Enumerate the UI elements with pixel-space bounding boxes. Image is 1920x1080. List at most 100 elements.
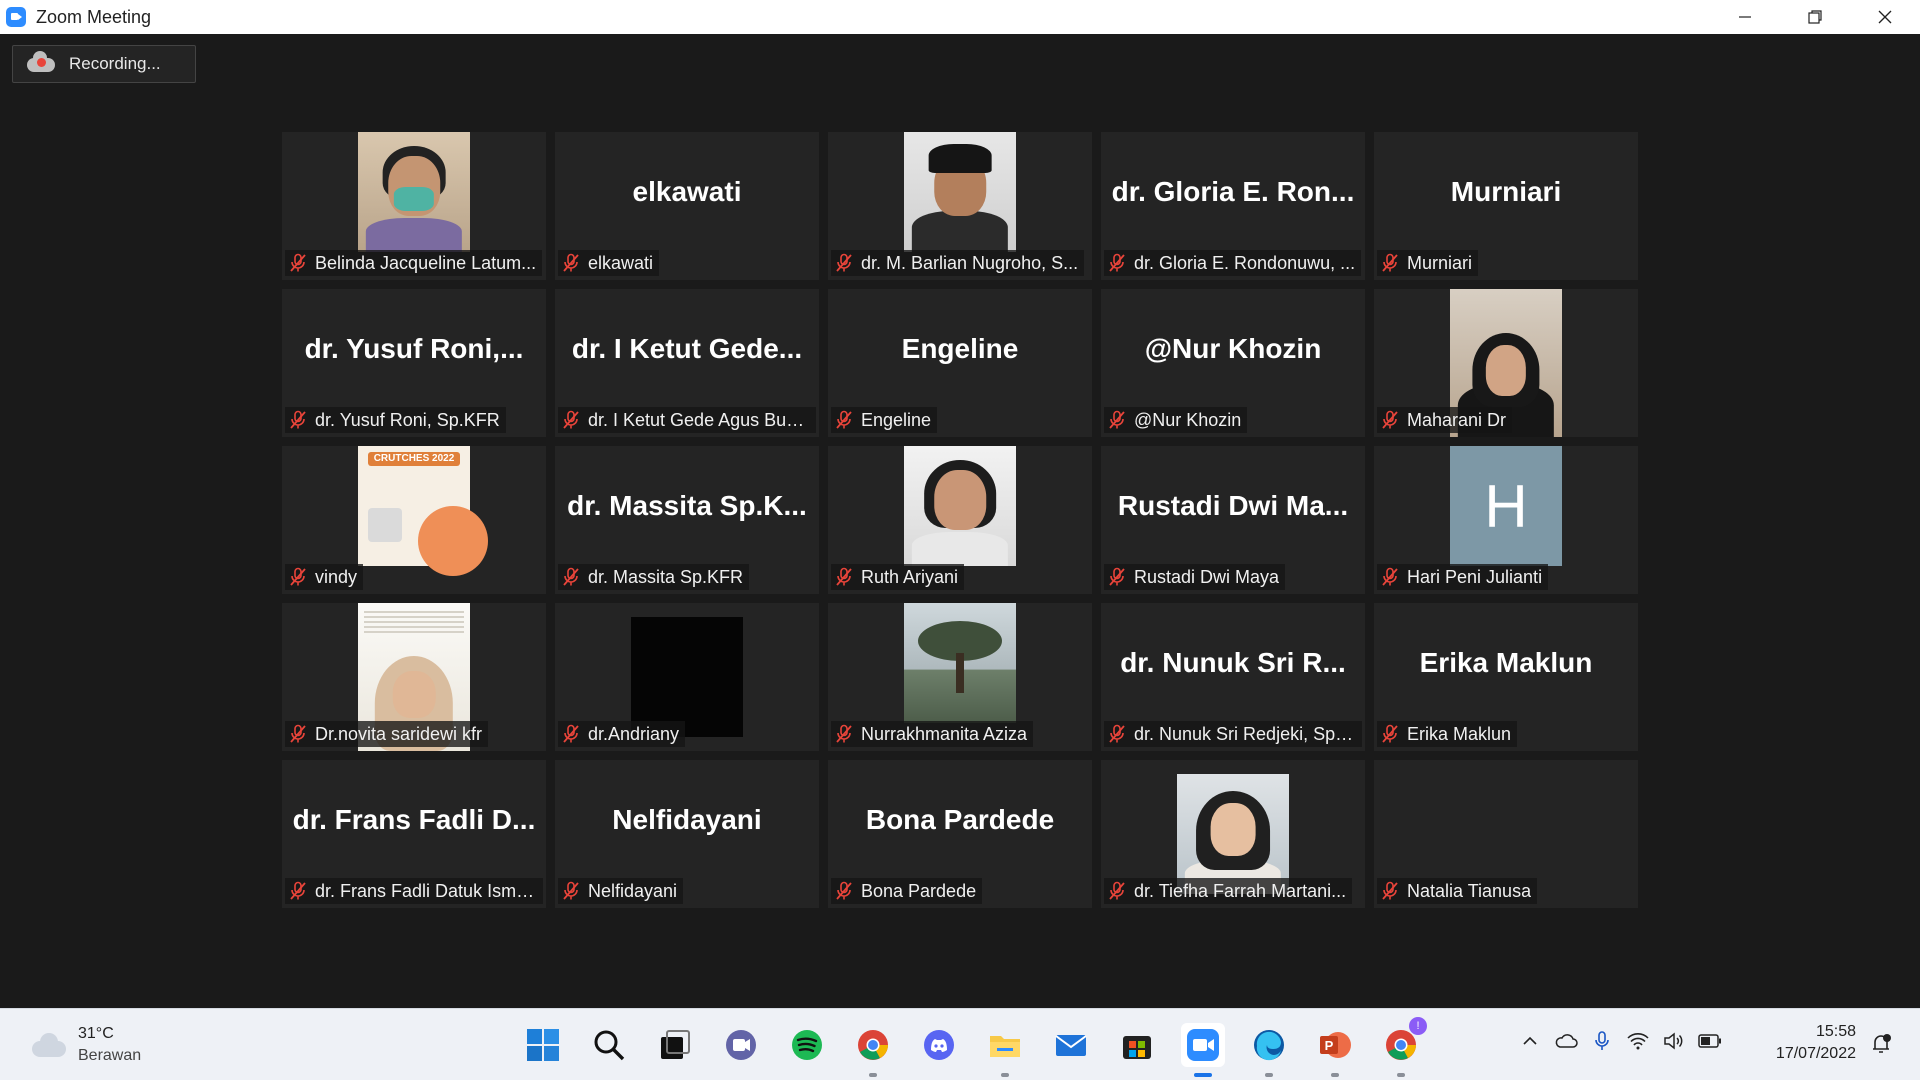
- participant-tile[interactable]: Engeline Engeline: [828, 289, 1092, 437]
- participant-tile[interactable]: Murniari Murniari: [1374, 132, 1638, 280]
- muted-mic-icon: [835, 881, 853, 901]
- minimize-button[interactable]: [1710, 0, 1780, 34]
- muted-mic-icon: [1381, 881, 1399, 901]
- file-explorer-icon[interactable]: [983, 1023, 1027, 1077]
- participant-tile[interactable]: Belinda Jacqueline Latum...: [282, 132, 546, 280]
- muted-mic-icon: [562, 410, 580, 430]
- participant-tile[interactable]: Ruth Ariyani: [828, 446, 1092, 594]
- search-icon[interactable]: [587, 1023, 631, 1067]
- windows-start-icon[interactable]: [521, 1023, 565, 1067]
- participant-display-name: dr. Gloria E. Ron...: [1111, 176, 1355, 207]
- taskbar-apps: P!: [510, 1017, 1434, 1077]
- store-icon[interactable]: [1115, 1023, 1159, 1067]
- participant-gallery: Belinda Jacqueline Latum... elkawati elkaw…: [282, 132, 1638, 908]
- running-indicator: [1001, 1073, 1009, 1077]
- participant-name-label: Engeline: [831, 407, 938, 433]
- zoom-app-icon: [6, 7, 26, 27]
- participant-tile[interactable]: @Nur Khozin @Nur Khozin: [1101, 289, 1365, 437]
- participant-name: Nelfidayani: [588, 880, 678, 901]
- participant-tile[interactable]: dr. Yusuf Roni,... dr. Yusuf Roni, Sp.KFR: [282, 289, 546, 437]
- participant-tile[interactable]: elkawati elkawati: [555, 132, 819, 280]
- participant-tile[interactable]: dr.Andriany: [555, 603, 819, 751]
- edge-icon[interactable]: [1247, 1023, 1291, 1077]
- participant-name: dr. Gloria E. Rondonuwu, ...: [1134, 252, 1356, 273]
- participant-name-label: @Nur Khozin: [1104, 407, 1248, 433]
- participant-tile[interactable]: Maharani Dr: [1374, 289, 1638, 437]
- muted-mic-icon: [562, 724, 580, 744]
- discord-icon[interactable]: [917, 1023, 961, 1067]
- poster-title: CRUTCHES 2022: [368, 452, 460, 466]
- participant-tile[interactable]: dr. Tiefha Farrah Martani...: [1101, 760, 1365, 908]
- participant-display-name: elkawati: [632, 176, 742, 207]
- participant-display-name: Engeline: [901, 333, 1019, 364]
- participant-name: dr. Nunuk Sri Redjeki, Sp. ...: [1134, 723, 1356, 744]
- weather-widget[interactable]: 31°C Berawan: [28, 1023, 141, 1067]
- participant-video: H: [1450, 446, 1562, 566]
- muted-mic-icon: [1381, 410, 1399, 430]
- running-indicator: [869, 1073, 877, 1077]
- close-button[interactable]: [1850, 0, 1920, 34]
- microphone-icon[interactable]: [1590, 1029, 1614, 1053]
- participant-tile[interactable]: Nurrakhmanita Aziza: [828, 603, 1092, 751]
- participant-display-name: @Nur Khozin: [1144, 333, 1322, 364]
- chrome-profile-icon[interactable]: !: [1379, 1017, 1427, 1077]
- muted-mic-icon: [1108, 410, 1126, 430]
- participant-name-label: dr. Tiefha Farrah Martani...: [1104, 878, 1353, 904]
- restore-button[interactable]: [1780, 0, 1850, 34]
- participant-name: Hari Peni Julianti: [1407, 566, 1543, 587]
- window-controls: [1710, 0, 1920, 34]
- muted-mic-icon: [1108, 724, 1126, 744]
- battery-icon[interactable]: [1698, 1029, 1722, 1053]
- participant-tile[interactable]: dr. I Ketut Gede... dr. I Ketut Gede Agus…: [555, 289, 819, 437]
- participant-name-label: dr. M. Barlian Nugroho, S...: [831, 250, 1085, 276]
- participant-name: Dr.novita saridewi kfr: [315, 723, 483, 744]
- notification-icon[interactable]: [1868, 1031, 1894, 1057]
- task-view-icon[interactable]: [653, 1023, 697, 1067]
- muted-mic-icon: [835, 410, 853, 430]
- participant-name-label: vindy: [285, 564, 364, 590]
- participant-tile[interactable]: CRUTCHES 2022 vindy: [282, 446, 546, 594]
- wifi-icon[interactable]: [1626, 1029, 1650, 1053]
- powerpoint-icon[interactable]: P: [1313, 1023, 1357, 1077]
- participant-tile[interactable]: dr. Massita Sp.K... dr. Massita Sp.KFR: [555, 446, 819, 594]
- onedrive-icon[interactable]: [1554, 1029, 1578, 1053]
- participant-display-name: Nelfidayani: [612, 804, 762, 835]
- participant-name: dr. M. Barlian Nugroho, S...: [861, 252, 1079, 273]
- chrome-icon[interactable]: [851, 1023, 895, 1077]
- participant-name-label: Nurrakhmanita Aziza: [831, 721, 1034, 747]
- notification-badge: !: [1409, 1017, 1427, 1035]
- muted-mic-icon: [289, 253, 307, 273]
- system-clock[interactable]: 15:58 17/07/2022: [1760, 1021, 1856, 1065]
- mail-icon[interactable]: [1049, 1023, 1093, 1067]
- participant-tile[interactable]: Dr.novita saridewi kfr: [282, 603, 546, 751]
- participant-tile[interactable]: dr. M. Barlian Nugroho, S...: [828, 132, 1092, 280]
- spotify-icon[interactable]: [785, 1023, 829, 1067]
- muted-mic-icon: [289, 567, 307, 587]
- running-indicator: [1331, 1073, 1339, 1077]
- zoom-icon[interactable]: [1181, 1023, 1225, 1077]
- participant-tile[interactable]: Natalia Tianusa: [1374, 760, 1638, 908]
- participant-tile[interactable]: H Hari Peni Julianti: [1374, 446, 1638, 594]
- participant-tile[interactable]: Bona Pardede Bona Pardede: [828, 760, 1092, 908]
- participant-name: dr.Andriany: [588, 723, 680, 744]
- participant-name: Belinda Jacqueline Latum...: [315, 252, 537, 273]
- participant-tile[interactable]: Rustadi Dwi Ma... Rustadi Dwi Maya: [1101, 446, 1365, 594]
- close-icon: [1878, 10, 1892, 24]
- participant-name: Nurrakhmanita Aziza: [861, 723, 1028, 744]
- muted-mic-icon: [562, 253, 580, 273]
- participant-tile[interactable]: Erika Maklun Erika Maklun: [1374, 603, 1638, 751]
- participant-name-label: dr. Gloria E. Rondonuwu, ...: [1104, 250, 1362, 276]
- participant-tile[interactable]: dr. Gloria E. Ron... dr. Gloria E. Rondon…: [1101, 132, 1365, 280]
- cloud-recording-icon: [27, 51, 55, 74]
- participant-tile[interactable]: dr. Nunuk Sri R... dr. Nunuk Sri Redjeki,…: [1101, 603, 1365, 751]
- participant-name: vindy: [315, 566, 358, 587]
- chevron-up-icon[interactable]: [1518, 1029, 1542, 1053]
- muted-mic-icon: [1381, 567, 1399, 587]
- participant-tile[interactable]: Nelfidayani Nelfidayani: [555, 760, 819, 908]
- participant-tile[interactable]: dr. Frans Fadli D... dr. Frans Fadli Datu…: [282, 760, 546, 908]
- participant-name: dr. Tiefha Farrah Martani...: [1134, 880, 1347, 901]
- chat-icon[interactable]: [719, 1023, 763, 1067]
- recording-label: Recording...: [69, 54, 161, 73]
- recording-indicator[interactable]: Recording...: [12, 45, 196, 83]
- volume-icon[interactable]: [1662, 1029, 1686, 1053]
